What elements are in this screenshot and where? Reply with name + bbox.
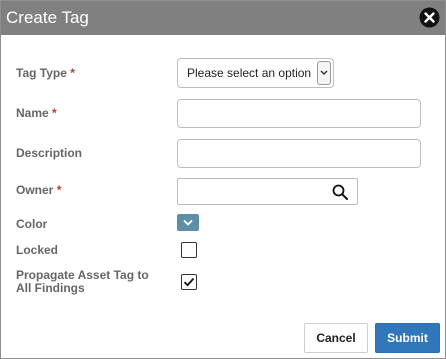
description-label: Description (16, 146, 83, 160)
description-input[interactable] (177, 139, 421, 168)
create-tag-dialog: Create Tag Tag Type * Please select an o… (0, 0, 446, 359)
name-label-text: Name (16, 106, 49, 120)
tag-type-select[interactable]: Please select an option (177, 58, 334, 88)
required-mark: * (56, 183, 62, 197)
owner-label: Owner * (16, 184, 61, 197)
search-icon[interactable] (332, 184, 348, 200)
owner-label-text: Owner (16, 183, 54, 197)
name-input[interactable] (177, 99, 421, 128)
propagate-checkbox[interactable] (181, 274, 197, 290)
locked-checkbox[interactable] (181, 242, 197, 258)
tag-type-label: Tag Type * (16, 67, 75, 80)
color-picker-button[interactable] (177, 214, 199, 231)
chevron-down-icon (183, 219, 193, 226)
chevron-down-icon[interactable] (317, 61, 331, 85)
required-mark: * (52, 106, 57, 120)
tag-type-label-text: Tag Type (16, 66, 67, 80)
submit-button[interactable]: Submit (375, 323, 440, 353)
color-label: Color (16, 217, 48, 231)
owner-search-field[interactable] (177, 178, 358, 205)
propagate-label: Propagate Asset Tag to All Findings (16, 268, 149, 295)
required-mark: * (70, 66, 75, 80)
dialog-titlebar: Create Tag (1, 1, 445, 35)
checkmark-icon (183, 277, 195, 287)
close-icon[interactable] (419, 7, 440, 28)
name-label: Name * (16, 107, 57, 120)
cancel-button[interactable]: Cancel (304, 323, 368, 353)
tag-type-selected-value: Please select an option (187, 66, 312, 80)
dialog-title: Create Tag (6, 8, 89, 27)
locked-label: Locked (16, 243, 59, 257)
